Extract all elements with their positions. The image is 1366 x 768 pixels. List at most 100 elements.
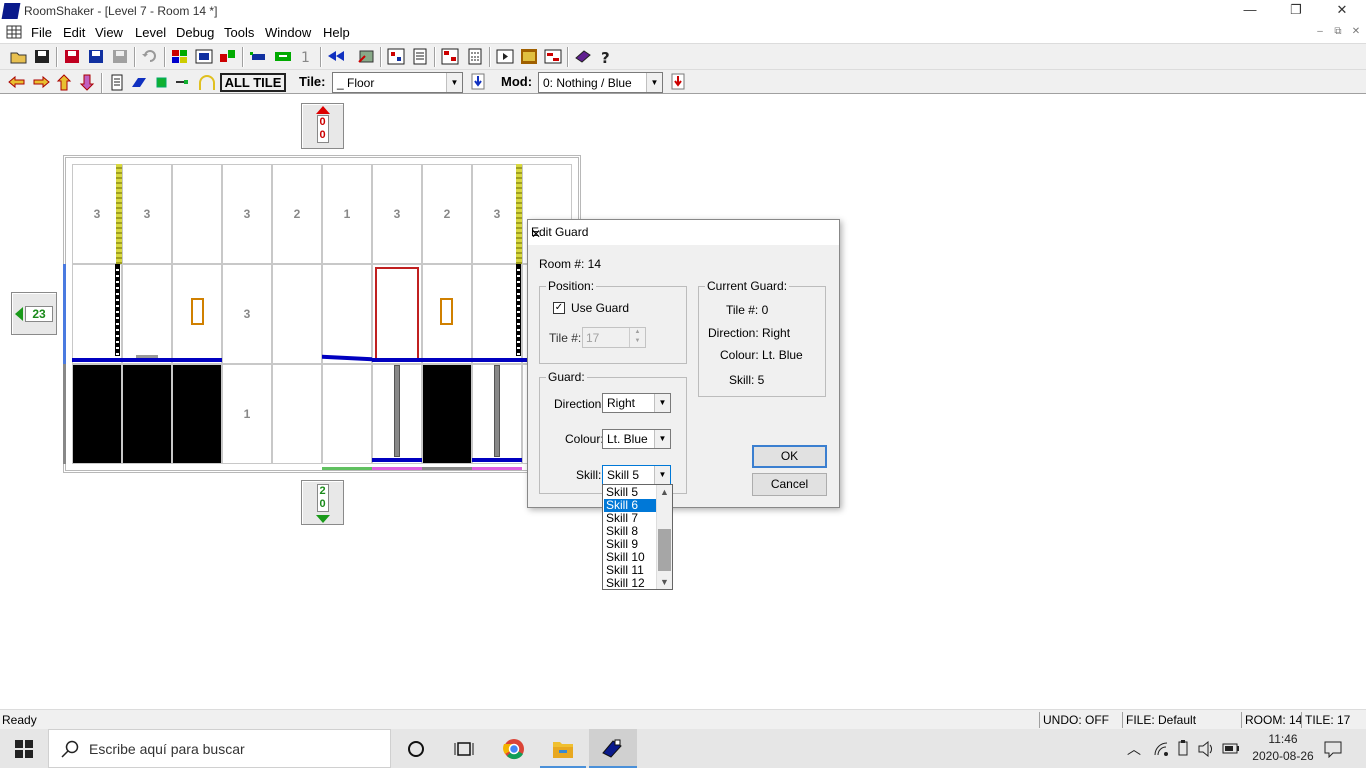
room-tile[interactable] (422, 364, 472, 464)
rewind-icon[interactable] (327, 48, 345, 65)
room-tile[interactable]: 3 (372, 164, 422, 264)
room-tile[interactable]: 3 (472, 164, 522, 264)
room-tile[interactable]: 1 (222, 364, 272, 464)
fill-tool-icon[interactable] (130, 74, 148, 91)
minimize-button[interactable]: — (1227, 0, 1273, 22)
counter-icon[interactable]: 1 (298, 48, 316, 65)
chrome-icon[interactable] (503, 738, 525, 760)
room-left-button[interactable]: 23 (11, 292, 57, 335)
skill-select[interactable]: Skill 5 ▼ (602, 465, 671, 485)
room-tile[interactable] (322, 264, 372, 364)
cancel-button[interactable]: Cancel (752, 473, 827, 496)
mdi-close-button[interactable]: ✕ (1348, 26, 1364, 39)
notifications-icon[interactable] (1324, 740, 1342, 758)
room-tile[interactable] (272, 364, 322, 464)
battery-icon[interactable] (1222, 743, 1240, 754)
scrollbar-thumb[interactable] (658, 529, 671, 571)
undo-icon[interactable] (141, 48, 159, 65)
room-tile[interactable] (322, 364, 372, 464)
help-icon[interactable]: ? (597, 48, 615, 65)
task-view-icon[interactable] (454, 740, 474, 758)
room-tile[interactable]: 2 (272, 164, 322, 264)
volume-icon[interactable] (1197, 741, 1215, 757)
arrow-down-icon[interactable] (78, 74, 96, 91)
open-folder-icon[interactable] (10, 48, 28, 65)
scroll-up-icon[interactable]: ▲ (657, 485, 672, 499)
room-tile[interactable]: 2 (422, 164, 472, 264)
tile-palette-icon[interactable] (171, 48, 189, 65)
usb-device-icon[interactable] (1177, 740, 1189, 758)
book-icon[interactable] (574, 48, 592, 65)
all-tile-button[interactable]: ALL TILE (220, 73, 286, 92)
event-tool-icon[interactable] (274, 48, 292, 65)
colour-select[interactable]: Lt. Blue ▼ (602, 429, 671, 449)
room-tile[interactable]: 3 (222, 164, 272, 264)
room-tile[interactable] (472, 264, 522, 364)
room-tile[interactable] (172, 164, 222, 264)
mdi-minimize-button[interactable]: – (1312, 26, 1328, 39)
arch-tool-icon[interactable] (198, 74, 216, 91)
close-icon[interactable]: ✕ (531, 225, 833, 243)
arrow-left-icon[interactable] (8, 74, 26, 91)
chevron-down-icon[interactable]: ▼ (654, 430, 670, 448)
windows-start-icon[interactable] (15, 740, 33, 758)
room-down-button[interactable]: 2 0 (301, 480, 344, 525)
skill-list-scrollbar[interactable]: ▲ ▼ (656, 485, 672, 589)
menu-file[interactable]: File (31, 25, 52, 40)
mdi-restore-button[interactable]: ⧉ (1330, 26, 1346, 39)
level-list-icon[interactable] (411, 48, 429, 65)
use-guard-checkbox[interactable]: ✓ (553, 302, 565, 314)
pick-tile-icon[interactable] (469, 73, 487, 90)
tile-number-spinner[interactable]: 17 ▲ ▼ (582, 327, 646, 348)
chevron-down-icon[interactable]: ▼ (654, 466, 670, 484)
direction-select[interactable]: Right ▼ (602, 393, 671, 413)
room-tile[interactable] (172, 364, 222, 464)
room-tile[interactable]: 1 (322, 164, 372, 264)
arrow-up-icon[interactable] (55, 74, 73, 91)
chevron-down-icon[interactable]: ▼ (446, 73, 462, 92)
tile-select[interactable]: _ Floor ▼ (332, 72, 463, 93)
chevron-down-icon[interactable]: ▼ (654, 394, 670, 412)
taskbar-search-box[interactable]: Escribe aquí para buscar (48, 729, 391, 768)
dos-box-icon[interactable] (520, 48, 538, 65)
room-link-icon[interactable] (219, 48, 237, 65)
room-tile[interactable]: 3 (72, 164, 122, 264)
line-tool-icon[interactable] (175, 74, 193, 91)
skill-option[interactable]: Skill 11 (604, 564, 656, 577)
settings-icon[interactable] (544, 48, 562, 65)
save-icon[interactable] (33, 48, 51, 65)
clock-time[interactable]: 11:46 (1258, 732, 1308, 746)
room-tile[interactable] (122, 364, 172, 464)
room-tile[interactable] (72, 364, 122, 464)
mod-select[interactable]: 0: Nothing / Blue ▼ (538, 72, 663, 93)
cortana-icon[interactable] (407, 740, 425, 758)
scroll-down-icon[interactable]: ▼ (657, 575, 672, 589)
menu-debug[interactable]: Debug (176, 25, 214, 40)
play-icon[interactable] (496, 48, 514, 65)
room-tile[interactable]: 3 (222, 264, 272, 364)
skill-option[interactable]: Skill 12 (604, 577, 656, 589)
menu-help[interactable]: Help (323, 25, 350, 40)
room-tile[interactable]: 3 (122, 164, 172, 264)
save-all-icon[interactable] (87, 48, 105, 65)
page-icon[interactable] (108, 74, 126, 91)
pick-mod-icon[interactable] (669, 73, 687, 90)
spinner-arrows-icon[interactable]: ▲ ▼ (629, 328, 645, 347)
room-tile[interactable] (122, 264, 172, 364)
save-level-icon[interactable] (63, 48, 81, 65)
menu-view[interactable]: View (95, 25, 123, 40)
square-tool-icon[interactable] (152, 74, 170, 91)
close-button[interactable]: ✕ (1319, 0, 1365, 22)
chevron-down-icon[interactable]: ▼ (646, 73, 662, 92)
room-tile[interactable] (272, 264, 322, 364)
guard-tool-icon[interactable] (249, 48, 267, 65)
menu-edit[interactable]: Edit (63, 25, 85, 40)
skill-dropdown-list[interactable]: Skill 5 Skill 6 Skill 7 Skill 8 Skill 9 … (602, 484, 673, 590)
guards-grid-icon[interactable] (441, 48, 459, 65)
tray-chevron-up-icon[interactable]: ︿ (1127, 739, 1141, 759)
jump-room-icon[interactable] (357, 48, 375, 65)
menu-tools[interactable]: Tools (224, 25, 254, 40)
roomshaker-taskbar-button[interactable] (589, 729, 637, 768)
file-explorer-icon[interactable] (552, 739, 574, 759)
calc-icon[interactable] (466, 48, 484, 65)
